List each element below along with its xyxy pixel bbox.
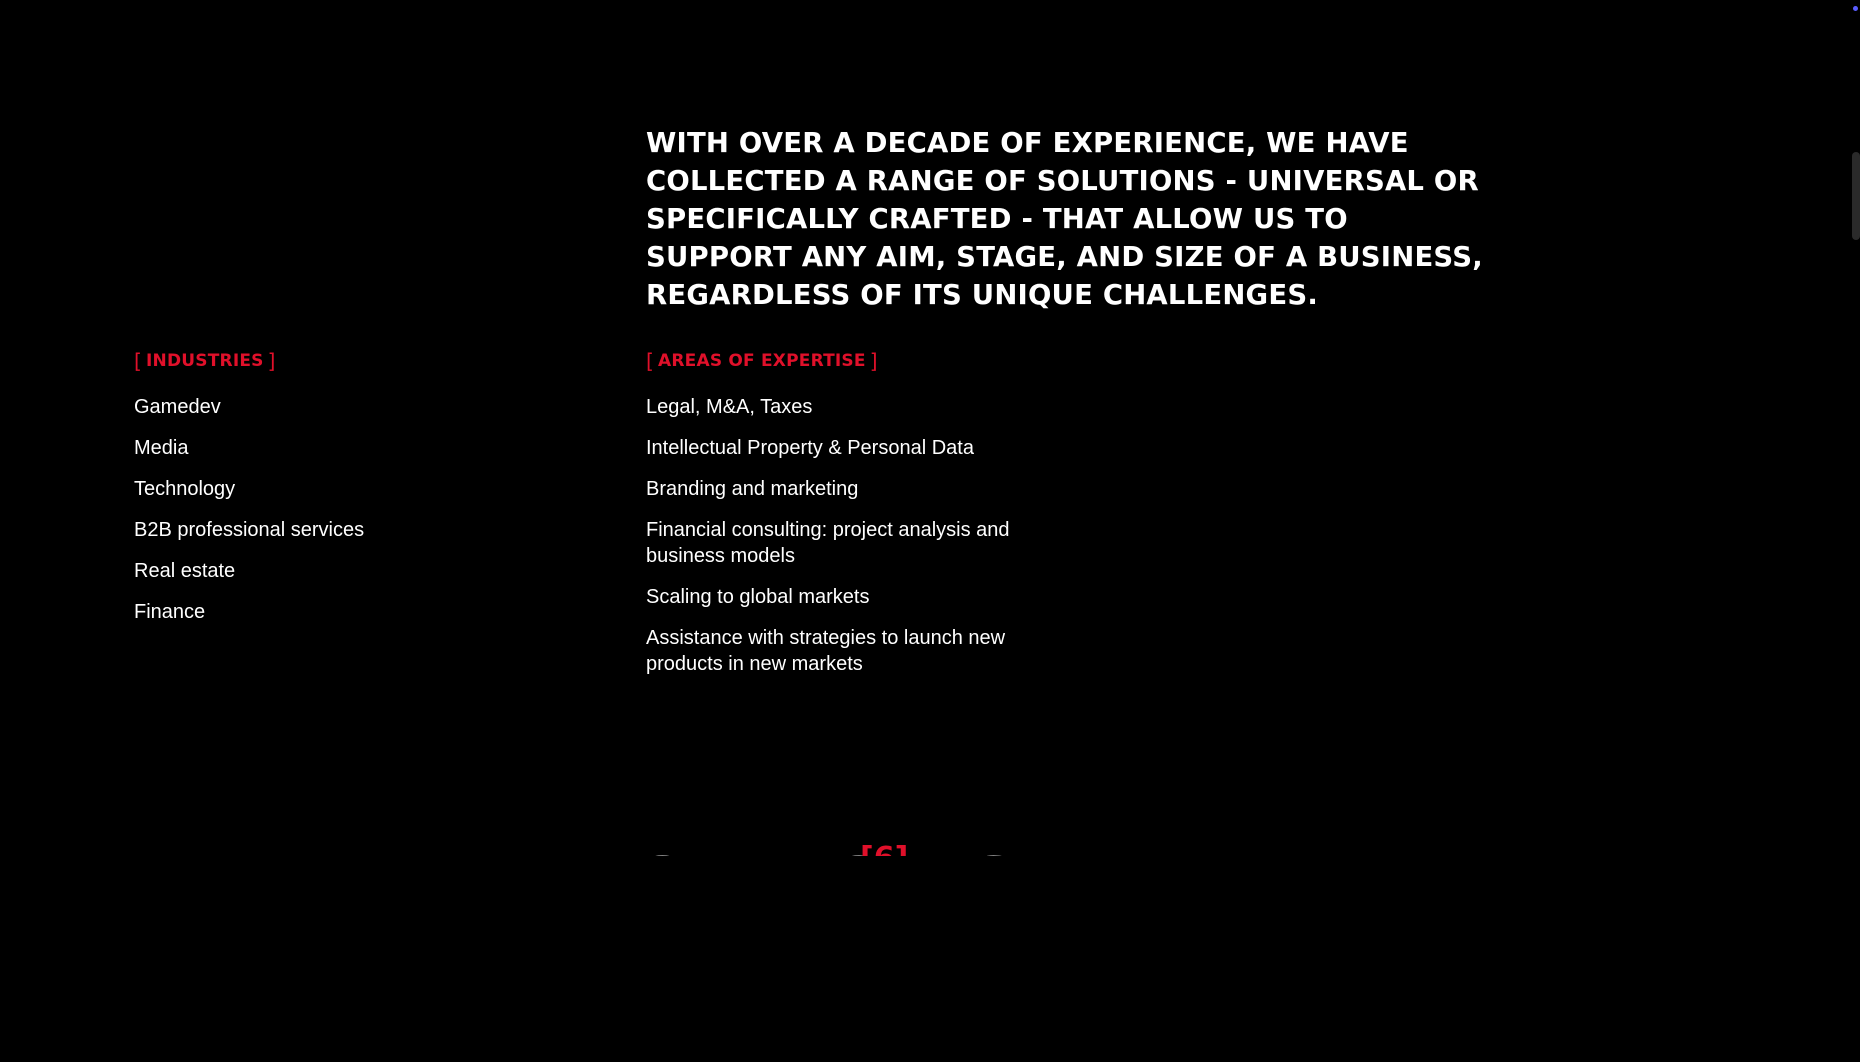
page: WITH OVER A DECADE OF EXPERIENCE, WE HAV… bbox=[0, 0, 1860, 1062]
list-item: Legal, M&A, Taxes bbox=[646, 396, 813, 418]
expertise-label: AREAS OF EXPERTISE bbox=[658, 351, 866, 371]
industries-list: Gamedev Media Technology B2B professiona… bbox=[134, 394, 554, 625]
expertise-column: [ AREAS OF EXPERTISE ] Legal, M&A, Taxes… bbox=[646, 350, 1066, 692]
list-item: Intellectual Property & Personal Data bbox=[646, 437, 974, 459]
corner-dot-icon bbox=[1853, 6, 1858, 11]
industries-label: INDUSTRIES bbox=[146, 351, 264, 371]
industries-column: [ INDUSTRIES ] Gamedev Media Technology … bbox=[134, 350, 554, 640]
list-item: Scaling to global markets bbox=[646, 586, 870, 608]
list-item: Financial consulting: project analysis a… bbox=[646, 519, 1010, 567]
bracket-open: [ bbox=[134, 349, 143, 373]
list-item: Technology bbox=[134, 478, 236, 500]
scrollbar-thumb[interactable] bbox=[1852, 152, 1860, 240]
bracket-close: ] bbox=[267, 349, 276, 373]
projects-count: [6] bbox=[860, 844, 908, 857]
list-item: Finance bbox=[134, 601, 206, 623]
list-item: Assistance with strategies to launch new… bbox=[646, 627, 1006, 675]
bracket-close: ] bbox=[869, 349, 878, 373]
intro-statement: WITH OVER A DECADE OF EXPERIENCE, WE HAV… bbox=[646, 127, 1483, 311]
expertise-heading: [ AREAS OF EXPERTISE ] bbox=[646, 350, 1066, 372]
list-item: B2B professional services bbox=[134, 519, 365, 541]
list-item: Real estate bbox=[134, 560, 236, 582]
projects-heading-reveal: MAIN PROJECTS [6] bbox=[130, 820, 1030, 857]
industries-heading: [ INDUSTRIES ] bbox=[134, 350, 554, 372]
expertise-list: Legal, M&A, Taxes Intellectual Property … bbox=[646, 394, 1066, 677]
list-item: Media bbox=[134, 437, 189, 459]
bracket-open: [ bbox=[646, 349, 655, 373]
list-item: Branding and marketing bbox=[646, 478, 859, 500]
list-item: Gamedev bbox=[134, 396, 221, 418]
